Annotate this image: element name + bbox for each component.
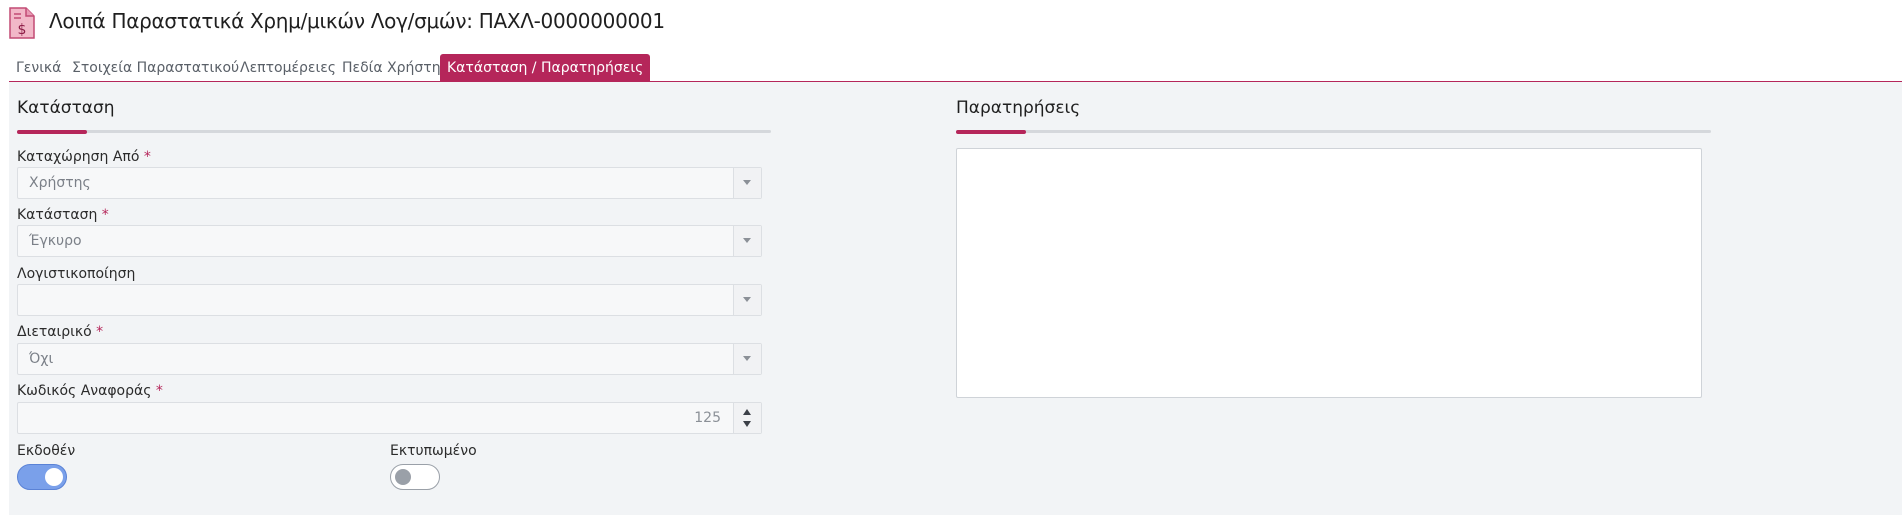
status-value: Έγκυρο <box>29 233 82 249</box>
status-section-accent <box>17 130 87 134</box>
tab-user-fields[interactable]: Πεδία Χρήστη <box>335 54 448 82</box>
notes-section-accent <box>956 130 1026 134</box>
notes-section-rule <box>956 130 1711 134</box>
notes-section-title: Παρατηρήσεις <box>956 98 1081 118</box>
issued-toggle[interactable] <box>17 464 67 490</box>
intercompany-select[interactable]: Όχι <box>17 343 762 375</box>
chevron-down-icon[interactable] <box>733 226 761 256</box>
issued-label: Εκδοθέν <box>17 443 76 459</box>
reference-code-input[interactable]: 125 <box>17 402 762 434</box>
tab-general[interactable]: Γενικά <box>9 54 68 82</box>
tab-status-notes[interactable]: Κατάσταση / Παρατηρήσεις <box>440 54 651 82</box>
entry-from-select[interactable]: Χρήστης <box>17 167 762 199</box>
entry-from-label: Καταχώρηση Από * <box>17 149 151 165</box>
invoice-dollar-icon: $ <box>9 7 35 39</box>
accounting-select[interactable] <box>17 284 762 316</box>
tab-details[interactable]: Λεπτομέρειες <box>233 54 343 82</box>
intercompany-label: Διεταιρικό * <box>17 324 104 340</box>
status-select[interactable]: Έγκυρο <box>17 225 762 257</box>
intercompany-value: Όχι <box>29 351 54 367</box>
svg-text:$: $ <box>18 22 27 38</box>
page-title: Λοιπά Παραστατικά Χρημ/μικών Λογ/σμών: Π… <box>49 9 665 33</box>
status-section-rule <box>17 130 771 134</box>
status-section-title: Κατάσταση <box>17 98 115 118</box>
entry-from-value: Χρήστης <box>29 175 91 191</box>
tab-document-details[interactable]: Στοιχεία Παραστατικού <box>65 54 246 82</box>
number-stepper[interactable] <box>733 403 761 433</box>
accounting-label: Λογιστικοποίηση <box>17 266 136 282</box>
chevron-down-icon[interactable] <box>733 168 761 198</box>
printed-toggle[interactable] <box>390 464 440 490</box>
page-header: $ Λοιπά Παραστατικά Χρημ/μικών Λογ/σμών:… <box>0 0 1902 50</box>
chevron-down-icon[interactable] <box>733 285 761 315</box>
reference-code-value: 125 <box>694 410 721 426</box>
reference-code-label: Κωδικός Αναφοράς * <box>17 383 163 399</box>
toggle-knob <box>395 469 411 485</box>
stepper-up-icon[interactable] <box>743 409 751 415</box>
printed-label: Εκτυπωμένο <box>390 443 477 459</box>
notes-textarea[interactable] <box>956 148 1702 398</box>
tab-bar: Γενικά Στοιχεία Παραστατικού Λεπτομέρειε… <box>0 54 1902 82</box>
status-label: Κατάσταση * <box>17 207 109 223</box>
stepper-down-icon[interactable] <box>743 421 751 427</box>
toggle-knob <box>45 468 63 486</box>
chevron-down-icon[interactable] <box>733 344 761 374</box>
